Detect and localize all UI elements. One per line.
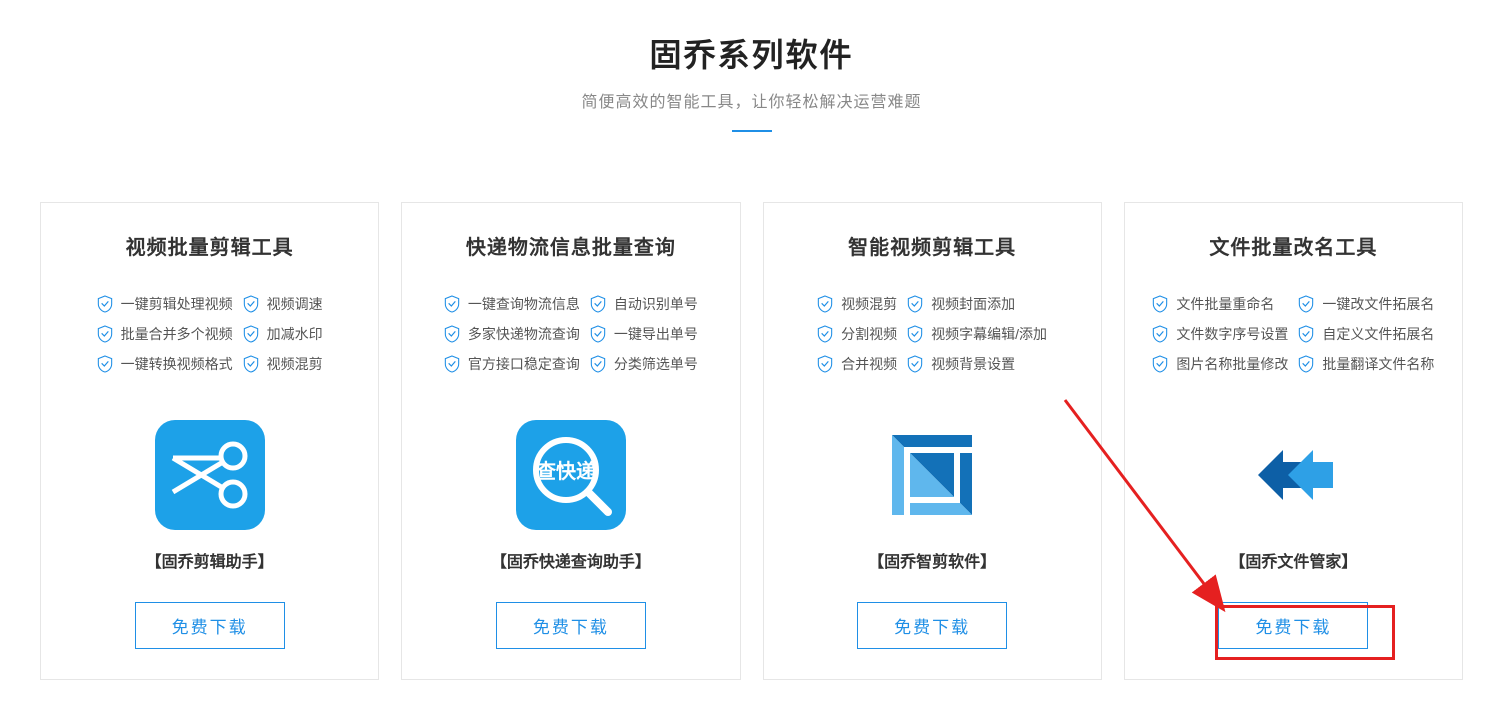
feature-item: 批量合并多个视频 — [97, 324, 233, 344]
feature-label: 自定义文件拓展名 — [1322, 324, 1434, 344]
page-title: 固乔系列软件 — [30, 30, 1473, 76]
shield-check-icon — [590, 295, 606, 313]
feature-item: 自动识别单号 — [590, 294, 698, 314]
feature-label: 自动识别单号 — [614, 294, 698, 314]
feature-item: 图片名称批量修改 — [1152, 354, 1288, 374]
crop-icon — [877, 420, 987, 530]
scissors-icon — [155, 420, 265, 530]
product-name: 【固乔快递查询助手】 — [420, 548, 721, 572]
shield-check-icon — [1298, 325, 1314, 343]
feature-item: 分割视频 — [817, 324, 897, 344]
shield-check-icon — [1152, 325, 1168, 343]
header-divider — [732, 130, 772, 132]
shield-check-icon — [243, 295, 259, 313]
double-arrow-icon — [1238, 420, 1348, 530]
feature-item: 一键改文件拓展名 — [1298, 294, 1434, 314]
feature-label: 文件数字序号设置 — [1176, 324, 1288, 344]
download-button[interactable]: 免费下载 — [857, 602, 1007, 649]
card-title: 视频批量剪辑工具 — [59, 231, 360, 260]
feature-item: 分类筛选单号 — [590, 354, 698, 374]
feature-label: 分类筛选单号 — [614, 354, 698, 374]
feature-label: 批量翻译文件名称 — [1322, 354, 1434, 374]
shield-check-icon — [817, 325, 833, 343]
feature-item: 视频封面添加 — [907, 294, 1047, 314]
feature-item: 一键剪辑处理视频 — [97, 294, 233, 314]
shield-check-icon — [817, 355, 833, 373]
shield-check-icon — [907, 355, 923, 373]
feature-label: 加减水印 — [267, 324, 323, 344]
download-button[interactable]: 免费下载 — [1218, 602, 1368, 649]
shield-check-icon — [243, 355, 259, 373]
shield-check-icon — [907, 295, 923, 313]
page-subtitle: 简便高效的智能工具，让你轻松解决运营难题 — [30, 88, 1473, 112]
card-smart-editor: 智能视频剪辑工具 视频混剪 分割视频 合并视频 视频封面添加 视频字幕编辑/添加… — [763, 202, 1102, 680]
svg-text:查快递: 查快递 — [536, 459, 596, 483]
card-title: 智能视频剪辑工具 — [782, 231, 1083, 260]
card-title: 文件批量改名工具 — [1143, 231, 1444, 260]
page-header: 固乔系列软件 简便高效的智能工具，让你轻松解决运营难题 — [30, 30, 1473, 132]
product-name: 【固乔智剪软件】 — [782, 548, 1083, 572]
shield-check-icon — [97, 295, 113, 313]
feature-label: 官方接口稳定查询 — [468, 354, 580, 374]
shield-check-icon — [444, 295, 460, 313]
download-button[interactable]: 免费下载 — [135, 602, 285, 649]
feature-item: 视频调速 — [243, 294, 323, 314]
feature-label: 视频背景设置 — [931, 354, 1015, 374]
product-name: 【固乔剪辑助手】 — [59, 548, 360, 572]
feature-item: 视频混剪 — [817, 294, 897, 314]
feature-label: 一键剪辑处理视频 — [121, 294, 233, 314]
card-title: 快递物流信息批量查询 — [420, 231, 721, 260]
feature-label: 一键查询物流信息 — [468, 294, 580, 314]
feature-item: 文件批量重命名 — [1152, 294, 1288, 314]
shield-check-icon — [97, 355, 113, 373]
feature-item: 官方接口稳定查询 — [444, 354, 580, 374]
card-row: 视频批量剪辑工具 一键剪辑处理视频 批量合并多个视频 一键转换视频格式 视频调速… — [30, 202, 1473, 680]
card-express-query: 快递物流信息批量查询 一键查询物流信息 多家快递物流查询 官方接口稳定查询 自动… — [401, 202, 740, 680]
feature-item: 一键查询物流信息 — [444, 294, 580, 314]
feature-label: 视频混剪 — [841, 294, 897, 314]
feature-label: 多家快递物流查询 — [468, 324, 580, 344]
feature-label: 视频字幕编辑/添加 — [931, 324, 1047, 344]
feature-label: 分割视频 — [841, 324, 897, 344]
feature-item: 批量翻译文件名称 — [1298, 354, 1434, 374]
download-button[interactable]: 免费下载 — [496, 602, 646, 649]
shield-check-icon — [1298, 355, 1314, 373]
feature-item: 加减水印 — [243, 324, 323, 344]
shield-check-icon — [907, 325, 923, 343]
feature-item: 视频背景设置 — [907, 354, 1047, 374]
feature-label: 一键导出单号 — [614, 324, 698, 344]
shield-check-icon — [1152, 355, 1168, 373]
feature-label: 文件批量重命名 — [1176, 294, 1274, 314]
feature-item: 视频混剪 — [243, 354, 323, 374]
shield-check-icon — [817, 295, 833, 313]
shield-check-icon — [1152, 295, 1168, 313]
product-name: 【固乔文件管家】 — [1143, 548, 1444, 572]
feature-item: 自定义文件拓展名 — [1298, 324, 1434, 344]
feature-label: 合并视频 — [841, 354, 897, 374]
feature-item: 视频字幕编辑/添加 — [907, 324, 1047, 344]
feature-label: 一键改文件拓展名 — [1322, 294, 1434, 314]
feature-label: 视频封面添加 — [931, 294, 1015, 314]
feature-item: 一键转换视频格式 — [97, 354, 233, 374]
card-file-rename: 文件批量改名工具 文件批量重命名 文件数字序号设置 图片名称批量修改 一键改文件… — [1124, 202, 1463, 680]
shield-check-icon — [444, 355, 460, 373]
card-video-editor: 视频批量剪辑工具 一键剪辑处理视频 批量合并多个视频 一键转换视频格式 视频调速… — [40, 202, 379, 680]
shield-check-icon — [1298, 295, 1314, 313]
feature-item: 合并视频 — [817, 354, 897, 374]
shield-check-icon — [444, 325, 460, 343]
shield-check-icon — [590, 325, 606, 343]
feature-label: 图片名称批量修改 — [1176, 354, 1288, 374]
feature-item: 多家快递物流查询 — [444, 324, 580, 344]
feature-label: 批量合并多个视频 — [121, 324, 233, 344]
express-search-icon: 查快递 — [516, 420, 626, 530]
feature-label: 视频混剪 — [267, 354, 323, 374]
shield-check-icon — [243, 325, 259, 343]
shield-check-icon — [590, 355, 606, 373]
feature-item: 文件数字序号设置 — [1152, 324, 1288, 344]
feature-label: 一键转换视频格式 — [121, 354, 233, 374]
shield-check-icon — [97, 325, 113, 343]
feature-label: 视频调速 — [267, 294, 323, 314]
feature-item: 一键导出单号 — [590, 324, 698, 344]
